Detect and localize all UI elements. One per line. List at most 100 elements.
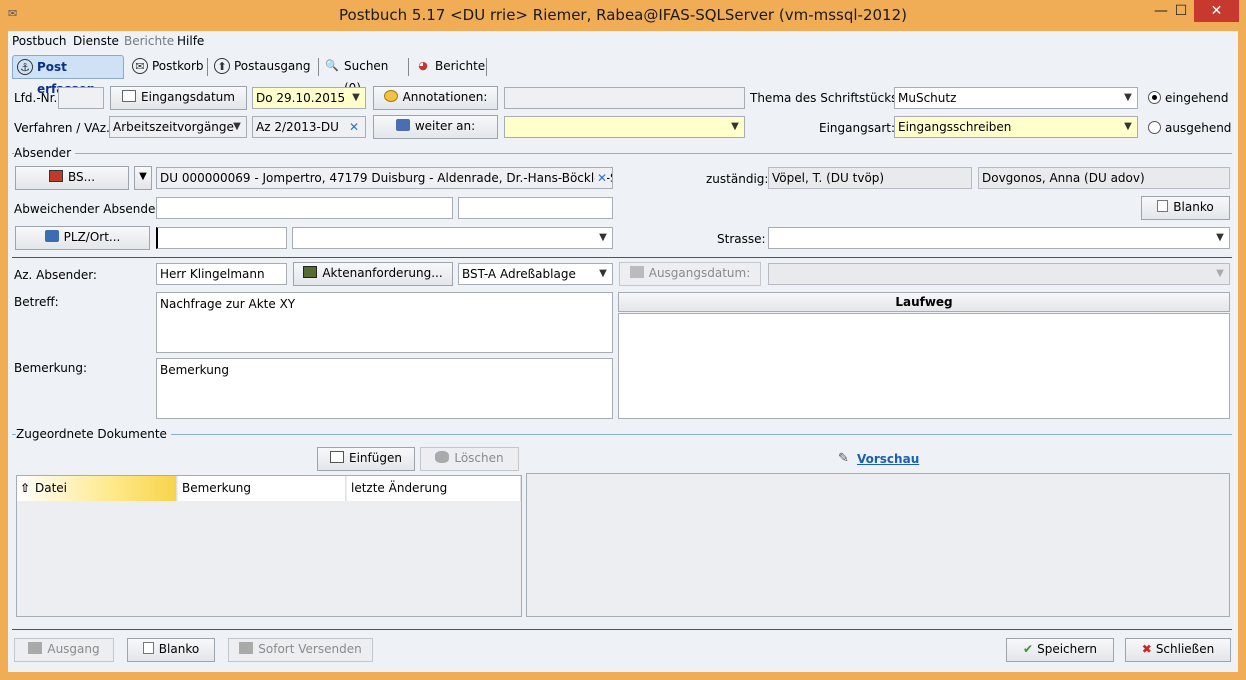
radio-eingehend-label[interactable]: eingehend xyxy=(1165,91,1229,105)
chevron-down-icon[interactable]: ▼ xyxy=(1119,117,1137,137)
zustaendig-field-2: Dovgonos, Anna (DU adov) xyxy=(978,167,1230,189)
az-absender-field[interactable]: Herr Klingelmann xyxy=(156,263,287,285)
abweichender-label: Abweichender Absender: xyxy=(14,202,165,216)
building-icon xyxy=(48,170,63,182)
bs-button[interactable]: BS... xyxy=(15,166,129,190)
lfd-label: Lfd.-Nr.: xyxy=(14,91,62,105)
clear-icon[interactable]: ✕ xyxy=(349,117,359,137)
speichern-button[interactable]: ✔ Speichern xyxy=(1006,638,1114,662)
tab-divider xyxy=(318,58,319,76)
plz-ort-button[interactable]: PLZ/Ort... xyxy=(15,226,150,250)
blank-page-icon xyxy=(1157,200,1169,212)
tab-divider xyxy=(207,58,208,76)
absender-field[interactable]: DU 000000069 - Jompertro, 47179 Duisburg… xyxy=(156,167,613,189)
documents-table[interactable]: ⇧ Datei Bemerkung letzte Änderung xyxy=(16,475,522,617)
thema-value: MuSchutz xyxy=(898,91,957,105)
weiter-select[interactable]: ▼ xyxy=(504,116,745,138)
vaz-field[interactable]: Az 2/2013-DU ✕ xyxy=(252,116,366,138)
chevron-down-icon[interactable]: ▼ xyxy=(1211,264,1229,284)
annotationen-field[interactable] xyxy=(504,87,745,109)
chevron-down-icon[interactable]: ▼ xyxy=(594,264,612,284)
button-label: Löschen xyxy=(454,451,504,465)
strasse-select[interactable]: ▼ xyxy=(768,227,1230,249)
close-button[interactable]: ✕ xyxy=(1194,0,1239,22)
tab-label: Postkorb xyxy=(152,59,204,73)
date-select[interactable]: Do 29.10.2015 ▼ xyxy=(252,87,366,109)
loeschen-button[interactable]: Löschen xyxy=(420,447,519,471)
lfd-field[interactable] xyxy=(58,87,104,109)
sofort-versenden-button[interactable]: Sofort Versenden xyxy=(228,638,373,662)
maximize-button[interactable]: ☐ xyxy=(1170,0,1192,22)
bemerkung-textarea[interactable]: Bemerkung xyxy=(156,358,613,419)
vorschau-link[interactable]: Vorschau xyxy=(857,452,919,466)
title-bar: ✉ Postbuch 5.17 <DU rrie> Riemer, Rabea@… xyxy=(0,0,1246,31)
button-label: Einfügen xyxy=(349,451,402,465)
calendar-icon xyxy=(122,90,137,102)
eingangsart-select[interactable]: Eingangsschreiben ▼ xyxy=(894,116,1138,138)
tab-berichte[interactable]: ◕ Berichte xyxy=(411,55,487,79)
footer-blanko-button[interactable]: Blanko xyxy=(127,638,215,662)
ablage-value: BST-A Adreßablage xyxy=(462,267,576,281)
chevron-down-icon[interactable]: ▼ xyxy=(726,117,744,137)
trash-icon xyxy=(435,451,450,463)
ort-select[interactable]: ▼ xyxy=(292,227,613,249)
clear-icon[interactable]: ✕ xyxy=(595,168,608,188)
tab-postausgang[interactable]: ⬆ Postausgang xyxy=(210,55,316,79)
chevron-down-icon[interactable]: ▼ xyxy=(1119,88,1137,108)
laufweg-list[interactable] xyxy=(618,313,1230,419)
ausgangsdatum-select[interactable]: ▼ xyxy=(768,263,1230,285)
betreff-textarea[interactable]: Nachfrage zur Akte XY xyxy=(156,292,613,353)
eingangsdatum-button[interactable]: Eingangsdatum xyxy=(110,86,247,110)
button-label: Ausgang xyxy=(47,642,100,656)
plz-field[interactable] xyxy=(156,227,287,249)
button-label: weiter an: xyxy=(414,119,476,133)
einfuegen-button[interactable]: Einfügen xyxy=(317,447,415,471)
absender-value: DU 000000069 - Jompertro, 47179 Duisburg… xyxy=(160,171,613,185)
abweichender-field-1[interactable] xyxy=(156,197,453,219)
button-label: Blanko xyxy=(158,642,200,656)
column-label: Datei xyxy=(35,481,68,495)
strasse-label: Strasse: xyxy=(717,232,766,246)
chevron-down-icon[interactable]: ▼ xyxy=(228,117,246,137)
aktenanforderung-button[interactable]: Aktenanforderung... xyxy=(293,262,453,286)
verfahren-select[interactable]: Arbeitszeitvorgänge ▼ xyxy=(109,116,247,138)
column-bemerkung[interactable]: Bemerkung xyxy=(178,476,346,501)
close-icon: ✖ xyxy=(1141,642,1152,656)
button-label: Ausgangsdatum: xyxy=(648,266,751,280)
section-divider xyxy=(12,257,1232,258)
radio-ausgehend-label[interactable]: ausgehend xyxy=(1165,121,1231,135)
menu-berichte[interactable]: Berichte xyxy=(124,34,174,48)
inbox-icon: ✉ xyxy=(132,58,148,74)
tab-post-erfassen[interactable]: ⚓ Post erfassen xyxy=(12,55,124,96)
radio-eingehend[interactable] xyxy=(1148,91,1161,104)
tab-label: Berichte xyxy=(435,59,486,73)
schliessen-button[interactable]: ✖ Schließen xyxy=(1125,638,1231,662)
weiter-an-button[interactable]: weiter an: xyxy=(373,115,498,139)
column-datei[interactable]: ⇧ Datei xyxy=(17,476,177,501)
menu-postbuch[interactable]: Postbuch xyxy=(12,34,67,48)
ablage-select[interactable]: BST-A Adreßablage ▼ xyxy=(458,263,613,285)
blanko-button[interactable]: Blanko xyxy=(1141,196,1230,220)
bs-dropdown-button[interactable]: ▼ xyxy=(134,166,152,190)
abweichender-field-2[interactable] xyxy=(458,197,613,219)
date-value: Do 29.10.2015 xyxy=(256,91,346,105)
tab-postkorb[interactable]: ✉ Postkorb xyxy=(128,55,204,79)
menu-dienste[interactable]: Dienste xyxy=(73,34,119,48)
button-label: Aktenanforderung... xyxy=(322,266,443,280)
chevron-down-icon[interactable]: ▼ xyxy=(347,88,365,108)
thema-select[interactable]: MuSchutz ▼ xyxy=(894,87,1138,109)
column-letzte-aenderung[interactable]: letzte Änderung xyxy=(347,476,521,501)
chart-icon: ◕ xyxy=(418,59,428,72)
zustaendig-field-1: Vöpel, T. (DU tvöp) xyxy=(768,167,972,189)
ausgang-button[interactable]: Ausgang xyxy=(14,638,114,662)
button-label: Annotationen: xyxy=(402,90,488,104)
button-label: BS... xyxy=(67,170,96,184)
ausgangsdatum-button[interactable]: Ausgangsdatum: xyxy=(619,262,761,286)
radio-ausgehend[interactable] xyxy=(1148,121,1161,134)
annotationen-button[interactable]: Annotationen: xyxy=(373,86,498,110)
tab-suchen[interactable]: 🔍 Suchen (0) xyxy=(320,55,406,95)
menu-hilfe[interactable]: Hilfe xyxy=(177,34,204,48)
chevron-down-icon[interactable]: ▼ xyxy=(594,228,612,248)
chevron-down-icon[interactable]: ▼ xyxy=(1211,228,1229,248)
laufweg-header: Laufweg xyxy=(618,292,1230,312)
